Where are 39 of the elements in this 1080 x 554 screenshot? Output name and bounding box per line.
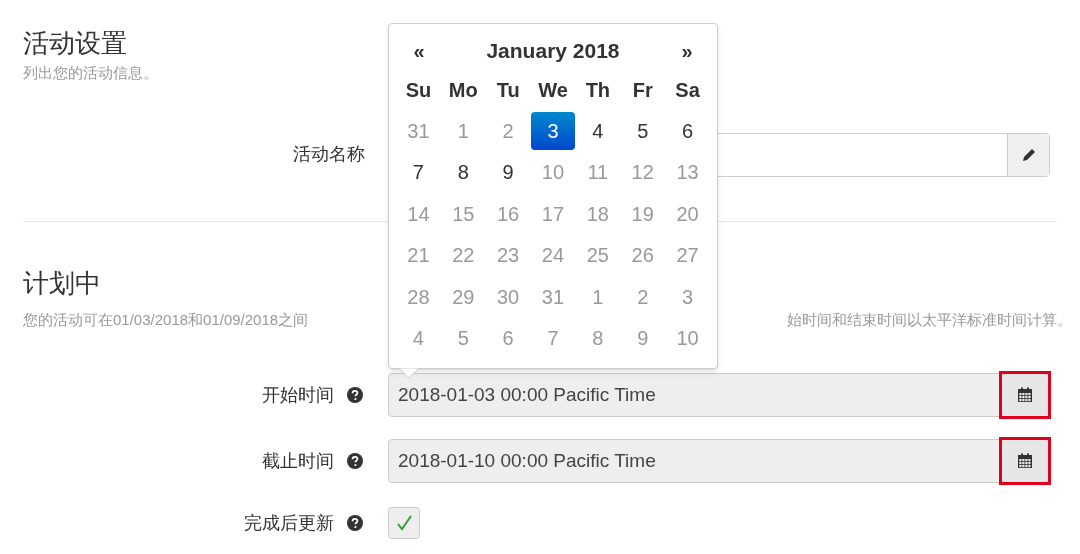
calendar-button[interactable] xyxy=(999,371,1051,419)
month-title[interactable]: January 2018 xyxy=(442,35,664,67)
section-description: 始时间和结束时间以太平洋标准时间计算。 xyxy=(787,309,1072,330)
previous-month-button[interactable]: « xyxy=(396,36,442,66)
field-label: 截止时间 xyxy=(262,449,334,473)
edit-button[interactable] xyxy=(1007,133,1049,176)
calendar-day[interactable]: 9 xyxy=(485,153,531,192)
weekday-header: Fr xyxy=(632,78,653,103)
section-title: 活动设置 xyxy=(23,27,127,60)
calendar-icon xyxy=(1017,387,1033,403)
help-icon[interactable] xyxy=(346,514,364,532)
field-label: 开始时间 xyxy=(262,383,334,407)
calendar-button[interactable] xyxy=(999,437,1051,485)
section-subtitle: 列出您的活动信息。 xyxy=(23,63,159,83)
calendar-day[interactable]: 6 xyxy=(665,111,710,150)
help-icon[interactable] xyxy=(346,386,364,404)
field-label: 活动名称 xyxy=(293,143,365,166)
date-field[interactable]: 2018-01-03 00:00 Pacific Time xyxy=(388,373,1050,417)
check-icon xyxy=(394,513,414,533)
calendar-day[interactable]: 3 xyxy=(530,111,576,150)
pencil-icon xyxy=(1020,146,1037,163)
calendar-day[interactable]: 4 xyxy=(575,111,621,150)
section-title: 计划中 xyxy=(23,266,101,300)
weekday-header: We xyxy=(538,78,568,103)
checkbox[interactable] xyxy=(388,507,420,539)
weekday-header: Th xyxy=(585,78,611,103)
section-description: 您的活动可在01/03/2018和01/09/2018之间 xyxy=(23,309,309,330)
field-label: 完成后更新 xyxy=(244,511,334,535)
calendar-day[interactable]: 5 xyxy=(620,111,666,150)
calendar-day[interactable]: 8 xyxy=(440,153,486,192)
weekday-header: Sa xyxy=(675,78,700,103)
calendar-day[interactable]: 7 xyxy=(396,153,441,192)
date-field[interactable]: 2018-01-10 00:00 Pacific Time xyxy=(388,439,1050,483)
weekday-header: Su xyxy=(405,78,432,103)
weekday-header: Mo xyxy=(448,78,478,103)
calendar-icon xyxy=(1017,453,1033,469)
weekday-header: Tu xyxy=(496,78,520,103)
help-icon[interactable] xyxy=(346,452,364,470)
next-month-button[interactable]: » xyxy=(664,36,710,66)
